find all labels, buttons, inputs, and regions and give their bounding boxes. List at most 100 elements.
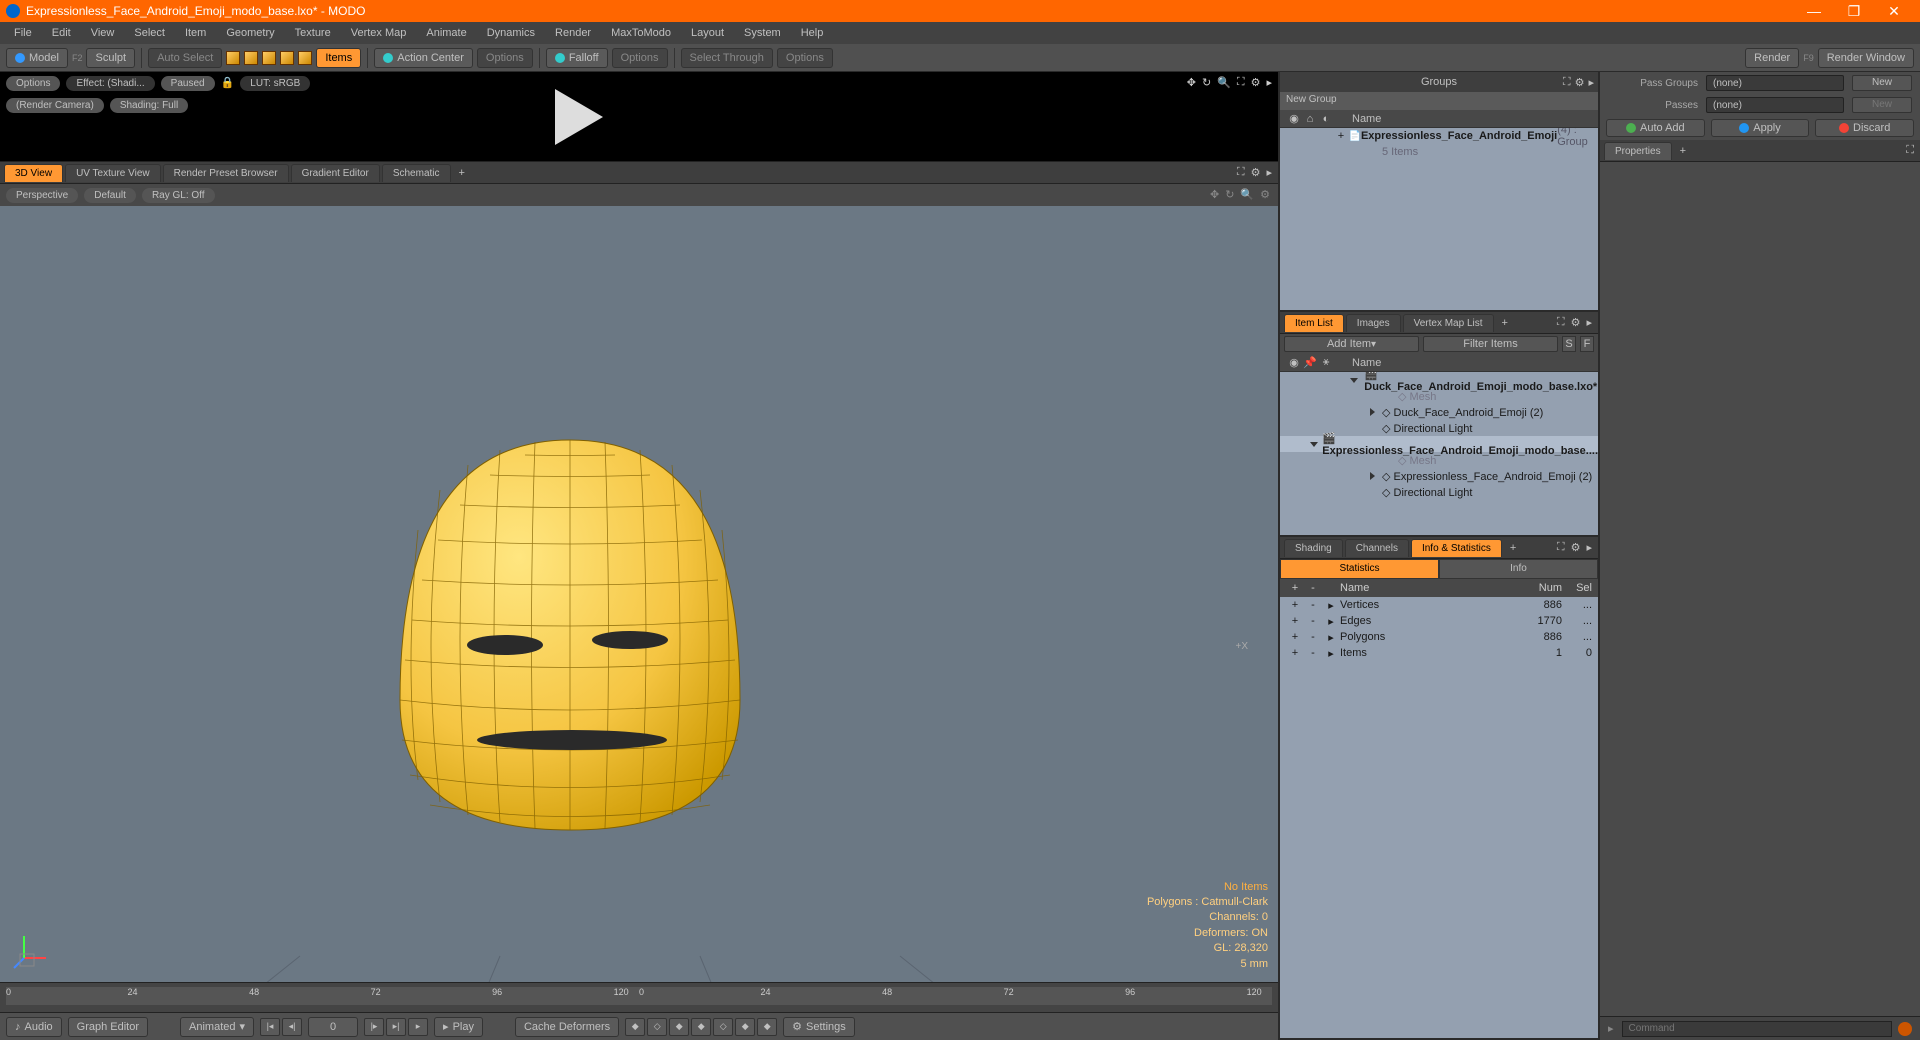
- lock-icon[interactable]: ⌂: [1302, 113, 1318, 125]
- expand-icon[interactable]: ⛶: [1237, 76, 1245, 89]
- menu-file[interactable]: File: [4, 24, 42, 42]
- cube-icon[interactable]: [298, 51, 312, 65]
- sculpt-button[interactable]: Sculpt: [86, 48, 135, 68]
- play-label-button[interactable]: ▸ Play: [434, 1017, 483, 1037]
- options-button[interactable]: Options: [477, 48, 533, 68]
- minimize-button[interactable]: —: [1794, 3, 1834, 19]
- gear-icon[interactable]: ⚙: [1571, 316, 1581, 329]
- expand-icon[interactable]: ⛶: [1557, 541, 1565, 554]
- key-button[interactable]: ◆: [625, 1018, 645, 1036]
- tab-schematic[interactable]: Schematic: [382, 164, 451, 182]
- menu-item[interactable]: Item: [175, 24, 216, 42]
- play-icon[interactable]: [555, 89, 603, 145]
- passgroups-dropdown[interactable]: (none): [1706, 75, 1844, 91]
- gear-icon[interactable]: ⚙: [1251, 166, 1261, 179]
- command-input[interactable]: [1622, 1021, 1892, 1037]
- zoom-icon[interactable]: 🔍: [1240, 188, 1254, 201]
- item-list[interactable]: 🎬 Duck_Face_Android_Emoji_modo_base.lxo*…: [1280, 372, 1598, 535]
- pin-icon[interactable]: 📌: [1302, 356, 1318, 369]
- zoom-icon[interactable]: 🔍: [1217, 76, 1231, 89]
- add-tab-button[interactable]: +: [1504, 542, 1522, 554]
- f-button[interactable]: F: [1580, 336, 1594, 352]
- stat-row[interactable]: +-▸Vertices886...: [1280, 597, 1598, 613]
- cube-icon[interactable]: [226, 51, 240, 65]
- next-frame-button[interactable]: |▸: [364, 1018, 384, 1036]
- chevron-right-icon[interactable]: ▸: [1586, 316, 1592, 329]
- tab-3d-view[interactable]: 3D View: [4, 164, 63, 182]
- chevron-right-icon[interactable]: ▸: [1586, 541, 1592, 554]
- menu-help[interactable]: Help: [791, 24, 834, 42]
- menu-layout[interactable]: Layout: [681, 24, 734, 42]
- 3d-viewport[interactable]: +X No Items Polygons : Catmull-Clark Cha…: [0, 206, 1278, 982]
- items-button[interactable]: Items: [316, 48, 361, 68]
- expand-icon[interactable]: ⛶: [1557, 316, 1565, 329]
- options-button[interactable]: Options: [777, 48, 833, 68]
- preview-paused[interactable]: Paused: [161, 76, 215, 91]
- falloff-button[interactable]: Falloff: [546, 48, 608, 68]
- menu-geometry[interactable]: Geometry: [216, 24, 284, 42]
- statistics-tab[interactable]: Statistics: [1280, 559, 1439, 579]
- render-window-button[interactable]: Render Window: [1818, 48, 1914, 68]
- add-tab-button[interactable]: +: [453, 167, 471, 179]
- key-button[interactable]: ◆: [757, 1018, 777, 1036]
- menu-select[interactable]: Select: [124, 24, 175, 42]
- close-button[interactable]: ✕: [1874, 3, 1914, 20]
- info-tab[interactable]: Info: [1439, 559, 1598, 579]
- chevron-right-icon[interactable]: ▸: [1266, 166, 1272, 179]
- menu-edit[interactable]: Edit: [42, 24, 81, 42]
- item-row[interactable]: ◇ Directional Light: [1280, 484, 1598, 500]
- axis-gizmo[interactable]: [12, 930, 52, 970]
- properties-tab[interactable]: Properties: [1604, 142, 1672, 160]
- item-row[interactable]: ◇ Duck_Face_Android_Emoji (2): [1280, 404, 1598, 420]
- action-center-button[interactable]: Action Center: [374, 48, 473, 68]
- item-row[interactable]: ◇ Expressionless_Face_Android_Emoji (2): [1280, 468, 1598, 484]
- move-icon[interactable]: ✥: [1187, 76, 1196, 89]
- menu-texture[interactable]: Texture: [285, 24, 341, 42]
- key-button[interactable]: ◆: [669, 1018, 689, 1036]
- key-button[interactable]: ◆: [735, 1018, 755, 1036]
- chevron-right-icon[interactable]: ▸: [1588, 76, 1594, 89]
- stat-row[interactable]: +-▸Polygons886...: [1280, 629, 1598, 645]
- gear-icon[interactable]: ⚙: [1571, 541, 1581, 554]
- options-button[interactable]: Options: [612, 48, 668, 68]
- cube-icon[interactable]: [262, 51, 276, 65]
- expand-icon[interactable]: ⛶: [1563, 76, 1571, 89]
- menu-vertexmap[interactable]: Vertex Map: [341, 24, 417, 42]
- preview-camera[interactable]: (Render Camera): [6, 98, 104, 113]
- passes-dropdown[interactable]: (none): [1706, 97, 1844, 113]
- new-button[interactable]: New: [1852, 97, 1912, 113]
- key-button[interactable]: ◇: [713, 1018, 733, 1036]
- maximize-button[interactable]: ❐: [1834, 3, 1874, 20]
- menu-maxtomodo[interactable]: MaxToModo: [601, 24, 681, 42]
- menu-view[interactable]: View: [81, 24, 125, 42]
- settings-button[interactable]: ⚙ Settings: [783, 1017, 855, 1037]
- prev-frame-button[interactable]: ◂|: [282, 1018, 302, 1036]
- refresh-icon[interactable]: ↻: [1202, 76, 1211, 89]
- lock-icon[interactable]: 🔒: [221, 76, 235, 91]
- menu-render[interactable]: Render: [545, 24, 601, 42]
- model-button[interactable]: Model: [6, 48, 68, 68]
- tab-render-preset-browser[interactable]: Render Preset Browser: [163, 164, 289, 182]
- raygl-dropdown[interactable]: Ray GL: Off: [142, 188, 215, 203]
- apply-button[interactable]: Apply: [1711, 119, 1810, 137]
- frame-field[interactable]: 0: [308, 1017, 358, 1037]
- perspective-dropdown[interactable]: Perspective: [6, 188, 78, 203]
- gear-icon[interactable]: ⚙: [1260, 188, 1270, 201]
- stat-row[interactable]: +-▸Edges1770...: [1280, 613, 1598, 629]
- refresh-icon[interactable]: ↻: [1225, 188, 1234, 201]
- autoadd-button[interactable]: Auto Add: [1606, 119, 1705, 137]
- groups-list[interactable]: + 📄 Expressionless_Face_Android_Emoji (4…: [1280, 128, 1598, 310]
- preview-effect[interactable]: Effect: (Shadi...: [66, 76, 154, 91]
- s-button[interactable]: S: [1562, 336, 1576, 352]
- play-button[interactable]: ▸: [408, 1018, 428, 1036]
- cache-deformers-button[interactable]: Cache Deformers: [515, 1017, 619, 1037]
- chevron-right-icon[interactable]: ▸: [1266, 76, 1272, 89]
- add-item-dropdown[interactable]: Add Item ▾: [1284, 336, 1419, 352]
- tab-uv-texture-view[interactable]: UV Texture View: [65, 164, 161, 182]
- tab-gradient-editor[interactable]: Gradient Editor: [291, 164, 380, 182]
- gear-icon[interactable]: ⚙: [1251, 76, 1261, 89]
- last-frame-button[interactable]: ▸|: [386, 1018, 406, 1036]
- tab-channels[interactable]: Channels: [1345, 539, 1409, 557]
- tab-vertex-map-list[interactable]: Vertex Map List: [1403, 314, 1494, 332]
- move-icon[interactable]: ✥: [1210, 188, 1219, 201]
